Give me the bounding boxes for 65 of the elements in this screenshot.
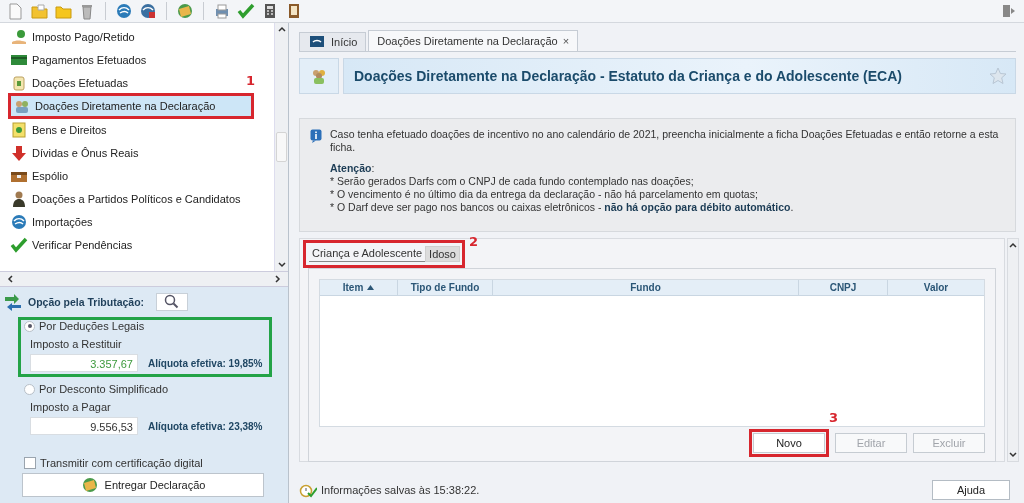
person-icon — [10, 189, 28, 208]
sidebar-item[interactable]: Doações Efetuadas — [0, 71, 128, 94]
amount-field: 3.357,67 — [30, 354, 138, 372]
step-number: 2 — [468, 235, 478, 250]
column-header[interactable]: Valor — [888, 280, 984, 296]
info-text: * O vencimento é no último dia da entrega da declaração - não há parcelamento em quotas; — [330, 188, 759, 202]
sidebar-item[interactable]: Pagamentos Efetuados — [0, 48, 147, 71]
submit-button[interactable]: Entregar Declaração — [22, 473, 264, 497]
action-button[interactable]: Novo — [753, 433, 825, 454]
scrollbar[interactable] — [274, 23, 288, 271]
checkmark-icon — [10, 235, 28, 254]
sidebar-item[interactable]: Espólio — [0, 164, 69, 187]
arrows-icon — [4, 293, 22, 311]
people-icon — [310, 67, 328, 86]
column-header[interactable]: CNPJ — [799, 280, 888, 296]
help-button[interactable]: Ajuda — [932, 480, 1010, 501]
section-label: Opção pela Tributação: — [28, 296, 145, 308]
status-text: Informações salvas às 15:38:22. — [321, 484, 480, 497]
amount-field: 9.556,53 — [30, 417, 138, 435]
close-icon[interactable]: × — [562, 35, 570, 47]
page-title: Doações Diretamente na Declaração - Estatuto da Criança e do Adolescente (ECA) — [354, 68, 902, 85]
sidebar-item[interactable]: Verificar Pendências — [0, 233, 133, 256]
field-label: Imposto a Pagar — [30, 401, 112, 413]
star-icon[interactable] — [989, 67, 1007, 86]
rate-text: Alíquota efetiva: 23,38% — [148, 420, 263, 432]
globe-icon — [80, 476, 99, 494]
scrollbar[interactable] — [1007, 238, 1019, 462]
column-header[interactable]: Tipo de Fundo — [398, 280, 493, 296]
radio-button[interactable] — [24, 383, 35, 395]
field-label: Imposto a Restituir — [30, 338, 123, 350]
info-text: * O Darf deve ser pago nos bancos ou caixas eletrônicos - não há opção para débito automático. — [330, 201, 795, 215]
tab[interactable]: Idoso — [425, 246, 460, 263]
sidebar-item[interactable]: Dívidas e Ônus Reais — [0, 141, 139, 164]
checkbox-label: Transmitir com certificação digital — [40, 457, 203, 469]
sidebar-item[interactable]: Doações Diretamente na Declaração — [11, 96, 251, 116]
step-number: 3 — [828, 411, 838, 426]
info-icon — [310, 129, 322, 144]
radio-button[interactable] — [24, 320, 35, 332]
info-text: * Serão gerados Darfs com o CNPJ de cada fundo contemplado nas doações; — [330, 175, 695, 189]
radio-label: Por Desconto Simplificado — [39, 383, 168, 395]
info-text: Caso tenha efetuado doações de incentivo no ano calendário de 2021, preencha inicialmente a ficha Doações Efetuadas e então retorne a esta ficha. — [330, 128, 1000, 155]
tab[interactable]: Início — [299, 32, 367, 51]
globe-icon — [10, 212, 28, 231]
globe-icon[interactable] — [176, 2, 194, 20]
printer-icon[interactable] — [213, 2, 231, 20]
scrollbar-thumb[interactable] — [276, 132, 287, 162]
sidebar-item[interactable]: Bens e Direitos — [0, 118, 107, 141]
horizontal-scrollbar[interactable] — [0, 272, 288, 287]
sidebar-item[interactable]: Imposto Pago/Retido — [0, 25, 135, 48]
sidebar-item[interactable]: Importações — [0, 210, 93, 233]
radio-label: Por Deduções Legais — [39, 320, 145, 332]
down-arrow-icon — [10, 143, 28, 162]
checkbox[interactable] — [24, 457, 36, 469]
checkmark-icon[interactable] — [237, 2, 255, 20]
step-number: 1 — [245, 74, 255, 88]
globe-icon[interactable] — [115, 2, 133, 20]
attention-label: Atenção: — [330, 162, 376, 176]
search-button[interactable] — [156, 293, 189, 311]
column-header[interactable]: Item — [320, 280, 398, 296]
rate-text: Alíquota efetiva: 19,85% — [148, 357, 263, 369]
globe-icon[interactable] — [139, 2, 157, 20]
column-header[interactable]: Fundo — [493, 280, 799, 296]
tab[interactable]: Doações Diretamente na Declaração × — [368, 30, 579, 51]
sidebar-item[interactable]: Doações a Partidos Políticos e Candidatos — [0, 187, 241, 210]
folder-icon[interactable] — [30, 2, 48, 20]
